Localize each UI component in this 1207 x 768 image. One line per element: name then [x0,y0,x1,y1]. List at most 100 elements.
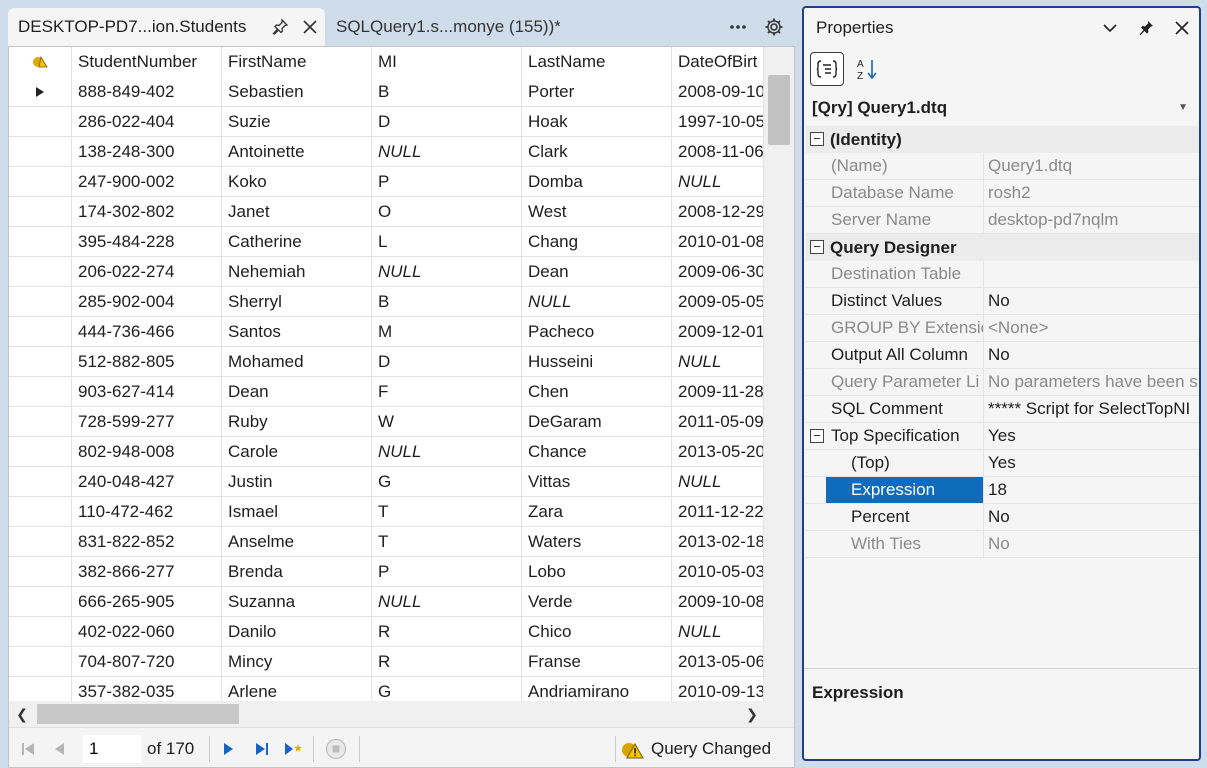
row-header[interactable] [9,587,72,617]
property-value[interactable]: Yes [983,450,1199,476]
grid-cell[interactable]: Andriamirano [522,677,672,701]
property-category[interactable]: − Query Designer [806,234,1199,261]
grid-cell[interactable]: Sebastien [222,77,372,107]
row-header[interactable] [9,437,72,467]
grid-cell[interactable]: NULL [372,437,522,467]
grid-cell[interactable]: Catherine [222,227,372,257]
grid-cell[interactable]: 831-822-852 [72,527,222,557]
grid-cell[interactable]: T [372,527,522,557]
table-row[interactable]: 285-902-004 Sherryl B NULL 2009-05-05 [9,287,764,317]
grid-cell[interactable]: 2011-12-22 [672,497,764,527]
table-row[interactable]: 444-736-466 Santos M Pacheco 2009-12-01 [9,317,764,347]
grid-cell[interactable]: DeGaram [522,407,672,437]
row-header[interactable] [9,377,72,407]
pin-icon[interactable] [1132,14,1160,42]
column-header[interactable]: MI [372,47,522,77]
grid-cell[interactable]: Pacheco [522,317,672,347]
table-row[interactable]: 888-849-402 Sebastien B Porter 2008-09-10 [9,77,764,107]
column-header[interactable]: LastName [522,47,672,77]
collapse-icon[interactable]: − [810,132,824,146]
grid-cell[interactable]: 174-302-802 [72,197,222,227]
grid-cell[interactable]: Clark [522,137,672,167]
grid-cell[interactable]: D [372,347,522,377]
grid-cell[interactable]: Waters [522,527,672,557]
grid-cell[interactable]: L [372,227,522,257]
first-page-icon[interactable] [15,736,41,762]
column-header[interactable]: StudentNumber [72,47,222,77]
grid-cell[interactable]: G [372,677,522,701]
row-header[interactable] [9,227,72,257]
grid-cell[interactable]: 138-248-300 [72,137,222,167]
pin-icon[interactable] [265,12,295,42]
row-header[interactable] [9,407,72,437]
grid-cell[interactable]: 402-022-060 [72,617,222,647]
grid-cell[interactable]: 2010-09-13 [672,677,764,701]
grid-cell[interactable]: Carole [222,437,372,467]
grid-cell[interactable]: 2010-05-03 [672,557,764,587]
grid-cell[interactable]: Zara [522,497,672,527]
grid-cell[interactable]: B [372,287,522,317]
grid-cell[interactable]: 240-048-427 [72,467,222,497]
new-row-icon[interactable] [281,736,307,762]
table-row[interactable]: 395-484-228 Catherine L Chang 2010-01-08 [9,227,764,257]
table-row[interactable]: 704-807-720 Mincy R Franse 2013-05-06 [9,647,764,677]
grid-cell[interactable]: B [372,77,522,107]
grid-cell[interactable]: F [372,377,522,407]
grid-cell[interactable]: Chico [522,617,672,647]
row-header[interactable] [9,287,72,317]
grid-cell[interactable]: 2008-09-10 [672,77,764,107]
grid-cell[interactable]: Lobo [522,557,672,587]
grid-cell[interactable]: NULL [672,167,764,197]
next-page-icon[interactable] [215,736,241,762]
grid-cell[interactable]: Verde [522,587,672,617]
property-row[interactable]: Output All Column No [806,342,1199,369]
grid-cell[interactable]: NULL [672,347,764,377]
grid-cell[interactable]: Nehemiah [222,257,372,287]
property-row[interactable]: Database Name rosh2 [806,180,1199,207]
grid-cell[interactable]: 382-866-277 [72,557,222,587]
table-row[interactable]: 382-866-277 Brenda P Lobo 2010-05-03 [9,557,764,587]
property-row[interactable]: (Top) Yes [806,450,1199,477]
grid-cell[interactable]: Antoinette [222,137,372,167]
grid-cell[interactable]: West [522,197,672,227]
property-value[interactable]: No [983,531,1199,557]
grid-cell[interactable]: P [372,167,522,197]
grid-cell[interactable]: Suzanna [222,587,372,617]
vertical-scroll-thumb[interactable] [768,75,790,145]
grid-cell[interactable]: R [372,617,522,647]
chevron-down-icon[interactable] [1096,14,1124,42]
grid-cell[interactable]: 2013-05-06 [672,647,764,677]
property-row[interactable]: Server Name desktop-pd7nqlm [806,207,1199,234]
grid-cell[interactable]: W [372,407,522,437]
table-row[interactable]: 802-948-008 Carole NULL Chance 2013-05-20 [9,437,764,467]
row-header[interactable] [9,347,72,377]
grid-cell[interactable]: 903-627-414 [72,377,222,407]
grid-cell[interactable]: Arlene [222,677,372,701]
table-row[interactable]: 206-022-274 Nehemiah NULL Dean 2009-06-30 [9,257,764,287]
grid-cell[interactable]: Hoak [522,107,672,137]
scroll-left-icon[interactable]: ❮ [11,703,33,725]
grid-cell[interactable]: Chen [522,377,672,407]
grid-cell[interactable]: 704-807-720 [72,647,222,677]
row-header[interactable] [9,527,72,557]
horizontal-scrollbar[interactable]: ❮ ❯ [9,701,794,727]
grid-cell[interactable]: Danilo [222,617,372,647]
object-selector[interactable]: [Qry] Query1.dtq ▼ [812,92,1192,124]
grid-cell[interactable]: 512-882-805 [72,347,222,377]
row-header[interactable] [9,257,72,287]
grid-cell[interactable]: 2009-05-05 [672,287,764,317]
categorized-icon[interactable] [810,52,844,86]
page-number-input[interactable] [83,735,141,763]
grid-cell[interactable]: Domba [522,167,672,197]
grid-cell[interactable]: O [372,197,522,227]
grid-cell[interactable]: Janet [222,197,372,227]
grid-cell[interactable]: Dean [222,377,372,407]
row-header[interactable] [9,107,72,137]
grid-cell[interactable]: 286-022-404 [72,107,222,137]
horizontal-scroll-thumb[interactable] [37,704,239,724]
grid-cell[interactable]: 666-265-905 [72,587,222,617]
property-row[interactable]: Distinct Values No [806,288,1199,315]
grid-cell[interactable]: 395-484-228 [72,227,222,257]
grid-cell[interactable]: 2009-12-01 [672,317,764,347]
property-value[interactable]: No parameters have been s [983,369,1199,395]
